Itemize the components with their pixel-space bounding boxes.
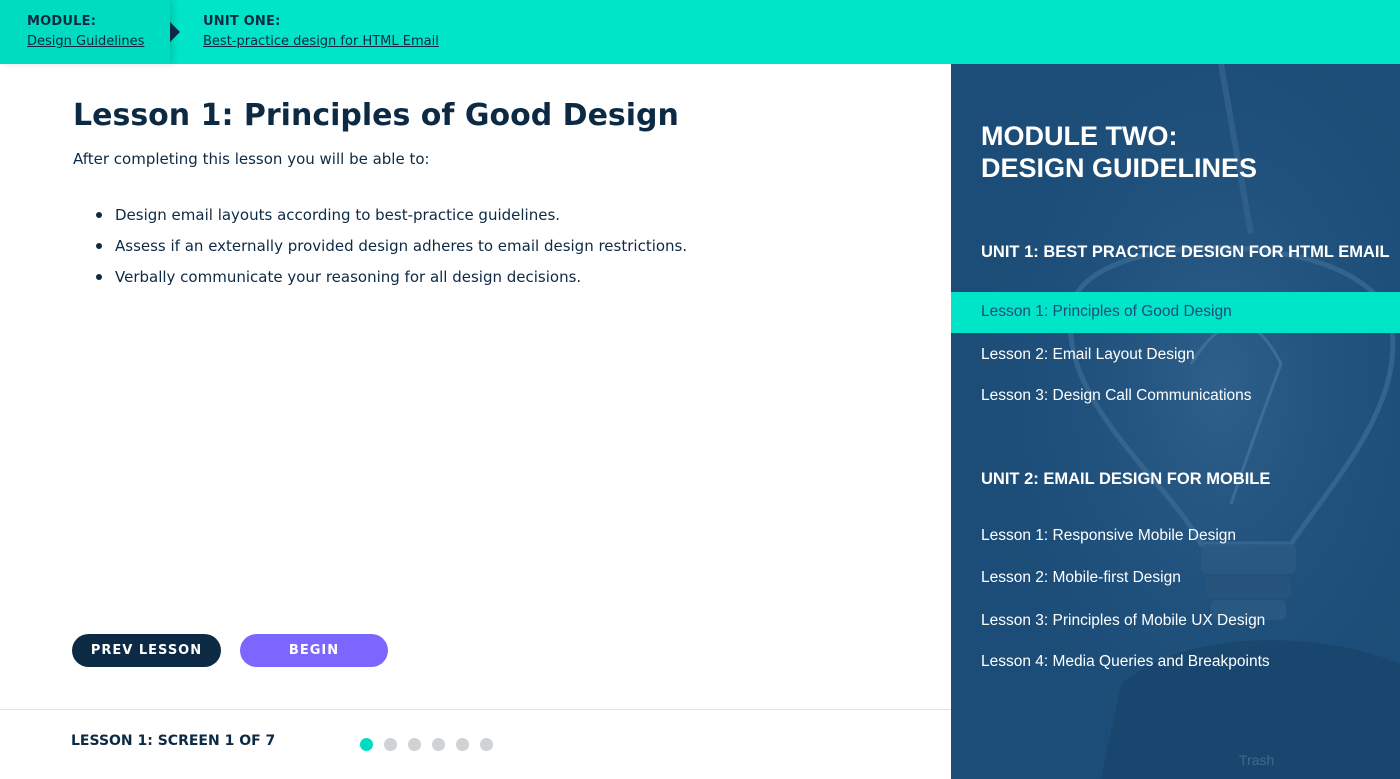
breadcrumb-unit-label: UNIT ONE: [203, 14, 281, 29]
begin-button[interactable]: BEGIN [240, 634, 388, 667]
objective-text: Verbally communicate your reasoning for … [115, 268, 582, 286]
screen-counter: LESSON 1: SCREEN 1 OF 7 [71, 733, 276, 749]
breadcrumb-module-link[interactable]: Design Guidelines [27, 34, 144, 49]
pagination-dot-4[interactable] [432, 738, 445, 751]
sidebar-lesson-label: Lesson 1: Principles of Good Design [981, 303, 1232, 320]
footer-divider [0, 709, 951, 710]
bullet-icon [96, 212, 102, 218]
breadcrumb: MODULE: Design Guidelines UNIT ONE: Best… [0, 0, 1400, 64]
sidebar-lesson-link[interactable]: Lesson 1: Responsive Mobile Design [981, 527, 1236, 545]
pagination-dot-3[interactable] [408, 738, 421, 751]
sidebar-lesson-link[interactable]: Lesson 3: Principles of Mobile UX Design [981, 612, 1265, 630]
page-title: Lesson 1: Principles of Good Design [73, 98, 679, 133]
lesson-intro: After completing this lesson you will be… [73, 150, 430, 168]
sidebar-lesson-active[interactable]: Lesson 1: Principles of Good Design [951, 292, 1400, 333]
list-item: Assess if an externally provided design … [73, 235, 687, 266]
module-sidebar: MODULE TWO: DESIGN GUIDELINES UNIT 1: BE… [951, 64, 1400, 779]
pagination-dot-6[interactable] [480, 738, 493, 751]
list-item: Design email layouts according to best-p… [73, 204, 687, 235]
bullet-icon [96, 274, 102, 280]
breadcrumb-separator-icon [170, 22, 180, 42]
pagination-dot-5[interactable] [456, 738, 469, 751]
sidebar-lesson-link[interactable]: Lesson 3: Design Call Communications [981, 387, 1252, 405]
bullet-icon [96, 243, 102, 249]
prev-lesson-button[interactable]: PREV LESSON [72, 634, 221, 667]
unit-1-heading: UNIT 1: BEST PRACTICE DESIGN FOR HTML EM… [981, 243, 1390, 261]
breadcrumb-module: MODULE: Design Guidelines [0, 0, 170, 64]
objective-text: Design email layouts according to best-p… [115, 206, 561, 224]
sidebar-lesson-link[interactable]: Lesson 2: Mobile-first Design [981, 569, 1181, 587]
unit-2-heading: UNIT 2: EMAIL DESIGN FOR MOBILE [981, 470, 1271, 488]
sidebar-module-heading: MODULE TWO: DESIGN GUIDELINES [981, 120, 1257, 184]
breadcrumb-module-label: MODULE: [27, 14, 97, 29]
pagination-dot-1[interactable] [360, 738, 373, 751]
objectives-list: Design email layouts according to best-p… [73, 204, 687, 297]
module-heading-line2: DESIGN GUIDELINES [981, 153, 1258, 183]
sidebar-lesson-link[interactable]: Lesson 4: Media Queries and Breakpoints [981, 653, 1270, 671]
objective-text: Assess if an externally provided design … [115, 237, 688, 255]
watermark-text: Trash [1239, 752, 1275, 768]
module-heading-line1: MODULE TWO: [981, 121, 1178, 151]
pagination-dot-2[interactable] [384, 738, 397, 751]
sidebar-lesson-link[interactable]: Lesson 2: Email Layout Design [981, 346, 1195, 364]
list-item: Verbally communicate your reasoning for … [73, 266, 687, 297]
breadcrumb-unit-link[interactable]: Best-practice design for HTML Email [203, 34, 439, 49]
